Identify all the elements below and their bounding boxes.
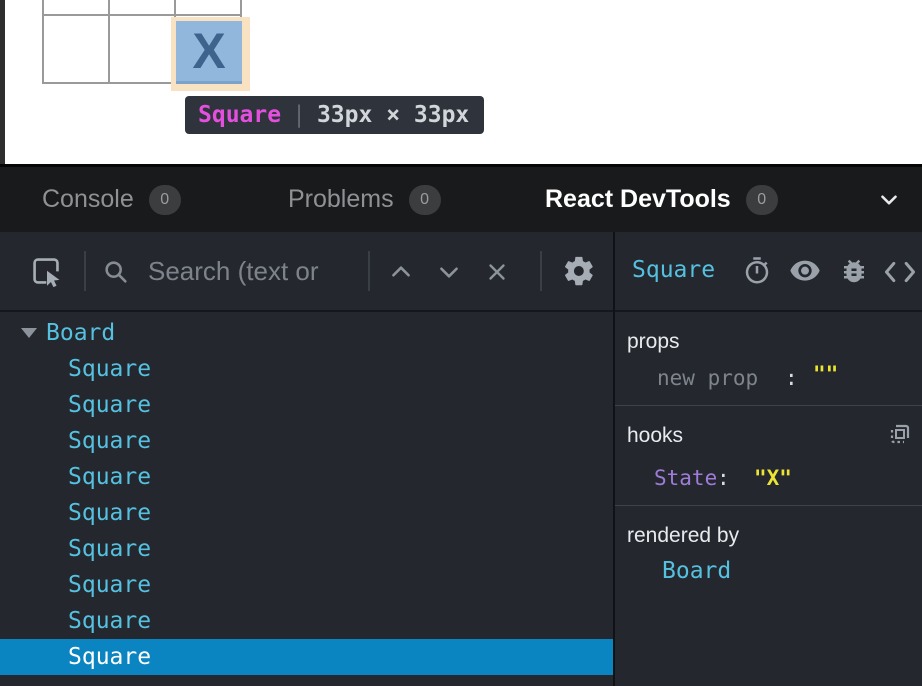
square-cell-highlighted[interactable]: X bbox=[176, 21, 242, 84]
debug-bug-icon[interactable] bbox=[839, 256, 869, 286]
tree-item-square[interactable]: Square bbox=[0, 567, 613, 603]
tab-label: React DevTools bbox=[545, 185, 731, 214]
board-gridline bbox=[42, 0, 44, 84]
tree-item-label: Square bbox=[68, 572, 151, 598]
tree-item-label: Board bbox=[46, 320, 115, 346]
tree-item-label: Square bbox=[68, 392, 151, 418]
tree-item-square[interactable]: Square bbox=[0, 387, 613, 423]
tab-count-badge: 0 bbox=[149, 185, 181, 215]
prev-result-icon[interactable] bbox=[388, 261, 414, 283]
tooltip-dimensions: 33px × 33px bbox=[317, 102, 469, 128]
tab-console[interactable]: Console 0 bbox=[42, 167, 181, 232]
tab-count-badge: 0 bbox=[746, 185, 778, 215]
tree-toolbar bbox=[0, 232, 613, 312]
tree-item-square[interactable]: Square bbox=[0, 351, 613, 387]
tree-item-square-selected[interactable]: Square bbox=[0, 639, 613, 675]
board-gridline bbox=[108, 0, 110, 84]
tree-collapse-icon[interactable] bbox=[21, 328, 37, 338]
details-toolbar: Square bbox=[615, 232, 922, 312]
inspect-size-tooltip: Square | 33px × 33px bbox=[185, 96, 484, 134]
tree-item-label: Square bbox=[68, 464, 151, 490]
profiler-timer-icon[interactable] bbox=[742, 256, 772, 286]
rendered-by-board-link[interactable]: Board bbox=[662, 558, 731, 584]
tab-problems[interactable]: Problems 0 bbox=[288, 167, 441, 232]
hooks-section: hooks State : "X" bbox=[615, 406, 922, 506]
tree-item-label: Square bbox=[68, 500, 151, 526]
tree-item-label: Square bbox=[68, 356, 151, 382]
devtools-tabbar: Console 0 Problems 0 React DevTools 0 bbox=[0, 164, 922, 232]
props-colon: : bbox=[785, 366, 798, 390]
next-result-icon[interactable] bbox=[436, 261, 462, 283]
react-devtools-panel: Board Square Square Square Square Square… bbox=[0, 232, 922, 686]
props-section-title: props bbox=[627, 330, 680, 354]
tree-item-square[interactable]: Square bbox=[0, 495, 613, 531]
rendered-by-title: rendered by bbox=[627, 524, 739, 548]
hook-state-label: State bbox=[654, 466, 717, 490]
view-source-icon[interactable] bbox=[884, 259, 916, 285]
tree-item-label: Square bbox=[68, 428, 151, 454]
component-tree: Board Square Square Square Square Square… bbox=[0, 312, 613, 686]
tree-item-square[interactable]: Square bbox=[0, 459, 613, 495]
tree-item-label: Square bbox=[68, 644, 151, 670]
tree-item-label: Square bbox=[68, 536, 151, 562]
tab-label: Problems bbox=[288, 185, 394, 214]
tab-count-badge: 0 bbox=[409, 185, 441, 215]
tree-item-square[interactable]: Square bbox=[0, 423, 613, 459]
hooks-section-title: hooks bbox=[627, 424, 683, 448]
tree-item-square[interactable]: Square bbox=[0, 603, 613, 639]
clear-search-icon[interactable] bbox=[484, 259, 510, 285]
rendered-by-section: rendered by Board bbox=[615, 506, 922, 686]
search-icon bbox=[102, 258, 130, 286]
new-prop-input[interactable]: new prop bbox=[657, 366, 758, 390]
toolbar-divider bbox=[540, 251, 542, 291]
app-page: X Square | 33px × 33px bbox=[0, 0, 922, 164]
hook-state-value[interactable]: "X" bbox=[754, 466, 792, 490]
tooltip-component-name: Square bbox=[198, 102, 281, 128]
search-input[interactable] bbox=[148, 252, 360, 290]
tree-item-square[interactable]: Square bbox=[0, 531, 613, 567]
toolbar-divider bbox=[84, 251, 86, 291]
devtools-dock-edge bbox=[0, 0, 5, 164]
inspect-eye-icon[interactable] bbox=[789, 259, 821, 285]
hooks-colon: : bbox=[717, 466, 730, 490]
tooltip-separator: | bbox=[292, 102, 306, 128]
parse-hooks-icon[interactable] bbox=[888, 422, 912, 446]
panel-collapse-icon[interactable] bbox=[876, 187, 902, 213]
board-gridline bbox=[42, 14, 242, 16]
square-cell-value: X bbox=[192, 26, 225, 76]
props-section: props new prop : "" bbox=[615, 312, 922, 406]
components-tree-panel: Board Square Square Square Square Square… bbox=[0, 232, 615, 686]
toolbar-divider bbox=[368, 251, 370, 291]
tab-react-devtools[interactable]: React DevTools 0 bbox=[545, 167, 778, 232]
tree-item-label: Square bbox=[68, 608, 151, 634]
inspect-element-icon[interactable] bbox=[30, 255, 64, 289]
new-prop-value-input[interactable]: "" bbox=[813, 362, 838, 386]
tree-item-board[interactable]: Board bbox=[0, 315, 613, 351]
selected-component-name: Square bbox=[632, 257, 715, 283]
component-details-panel: Square bbox=[615, 232, 922, 686]
tab-label: Console bbox=[42, 185, 134, 214]
settings-gear-icon[interactable] bbox=[562, 254, 596, 288]
